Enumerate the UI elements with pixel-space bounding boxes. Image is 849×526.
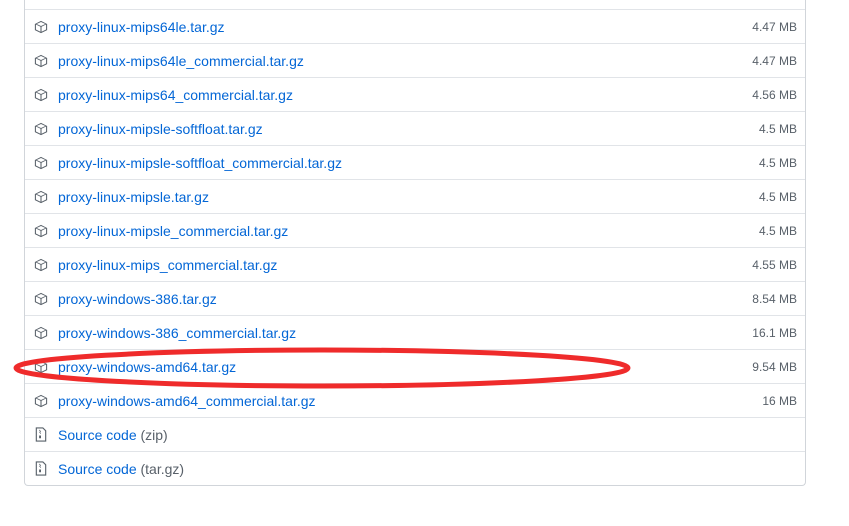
source-row: Source code (tar.gz) xyxy=(25,451,805,485)
asset-row: proxy-linux-mipsle.tar.gz 4.5 MB xyxy=(25,179,805,213)
package-icon xyxy=(33,87,49,103)
asset-link[interactable]: proxy-linux-mipsle.tar.gz xyxy=(58,189,759,205)
package-icon xyxy=(33,0,49,9)
source-code-targz-link[interactable]: Source code (tar.gz) xyxy=(58,461,797,477)
package-icon xyxy=(33,121,49,137)
asset-link[interactable]: proxy-windows-386.tar.gz xyxy=(58,291,752,307)
source-ext: (tar.gz) xyxy=(140,460,185,477)
package-icon xyxy=(33,291,49,307)
asset-size: 4.5 MB xyxy=(758,155,797,170)
package-icon xyxy=(33,155,49,171)
asset-link[interactable]: proxy-linux-mips64le.tar.gz xyxy=(58,19,752,35)
asset-size: 4.5 MB xyxy=(758,121,797,136)
package-icon xyxy=(33,359,49,375)
asset-row: proxy-linux-mips_commercial.tar.gz 4.55 … xyxy=(25,247,805,281)
file-zip-icon xyxy=(33,427,49,443)
asset-row: proxy-linux-mipsle-softfloat.tar.gz 4.5 … xyxy=(25,111,805,145)
asset-row: proxy-linux-mipsle-softfloat_commercial.… xyxy=(25,145,805,179)
asset-row: proxy-windows-386.tar.gz 8.54 MB xyxy=(25,281,805,315)
source-label: Source code xyxy=(58,426,137,443)
package-icon xyxy=(33,393,49,409)
asset-link[interactable]: proxy-linux-mips64le_commercial.tar.gz xyxy=(58,53,752,69)
asset-size: 4.55 MB xyxy=(752,257,797,272)
asset-link[interactable]: proxy-linux-mipsle-softfloat.tar.gz xyxy=(58,121,759,137)
asset-size: 16.1 MB xyxy=(752,325,797,340)
asset-size: 8.54 MB xyxy=(752,291,797,306)
asset-link[interactable]: proxy-linux-mipsle-softfloat_commercial.… xyxy=(58,155,759,171)
asset-size: 9.54 MB xyxy=(752,359,797,374)
asset-link[interactable]: proxy-linux-mips64_commercial.tar.gz xyxy=(58,87,752,103)
asset-row: proxy-linux-mipsle_commercial.tar.gz 4.5… xyxy=(25,213,805,247)
source-label: Source code xyxy=(58,460,137,477)
asset-size: 16 MB xyxy=(762,393,797,408)
source-code-zip-link[interactable]: Source code (zip) xyxy=(58,427,797,443)
asset-link[interactable]: proxy-windows-386_commercial.tar.gz xyxy=(58,325,752,341)
asset-size: 4.56 MB xyxy=(752,87,797,102)
package-icon xyxy=(33,325,49,341)
asset-row: proxy-windows-amd64.tar.gz 9.54 MB xyxy=(25,349,805,383)
asset-row: proxy-linux-mips64_commercial.tar.gz 4.5… xyxy=(25,77,805,111)
asset-size: 4.47 MB xyxy=(752,19,797,34)
source-row: Source code (zip) xyxy=(25,417,805,451)
asset-row xyxy=(25,0,805,9)
asset-link[interactable]: proxy-windows-amd64_commercial.tar.gz xyxy=(58,393,762,409)
asset-link[interactable]: proxy-linux-mips_commercial.tar.gz xyxy=(58,257,752,273)
package-icon xyxy=(33,223,49,239)
asset-row: proxy-windows-386_commercial.tar.gz 16.1… xyxy=(25,315,805,349)
asset-size: 4.5 MB xyxy=(758,189,797,204)
package-icon xyxy=(33,189,49,205)
package-icon xyxy=(33,257,49,273)
asset-row: proxy-linux-mips64le_commercial.tar.gz 4… xyxy=(25,43,805,77)
asset-link[interactable]: proxy-linux-mipsle_commercial.tar.gz xyxy=(58,223,759,239)
asset-row: proxy-windows-amd64_commercial.tar.gz 16… xyxy=(25,383,805,417)
asset-size: 4.5 MB xyxy=(758,223,797,238)
asset-size: 4.47 MB xyxy=(752,53,797,68)
source-ext: (zip) xyxy=(140,426,168,443)
file-zip-icon xyxy=(33,461,49,477)
asset-link[interactable]: proxy-windows-amd64.tar.gz xyxy=(58,359,752,375)
release-assets-list: proxy-linux-mips64le.tar.gz 4.47 MB prox… xyxy=(24,0,806,486)
package-icon xyxy=(33,53,49,69)
asset-row: proxy-linux-mips64le.tar.gz 4.47 MB xyxy=(25,9,805,43)
package-icon xyxy=(33,19,49,35)
